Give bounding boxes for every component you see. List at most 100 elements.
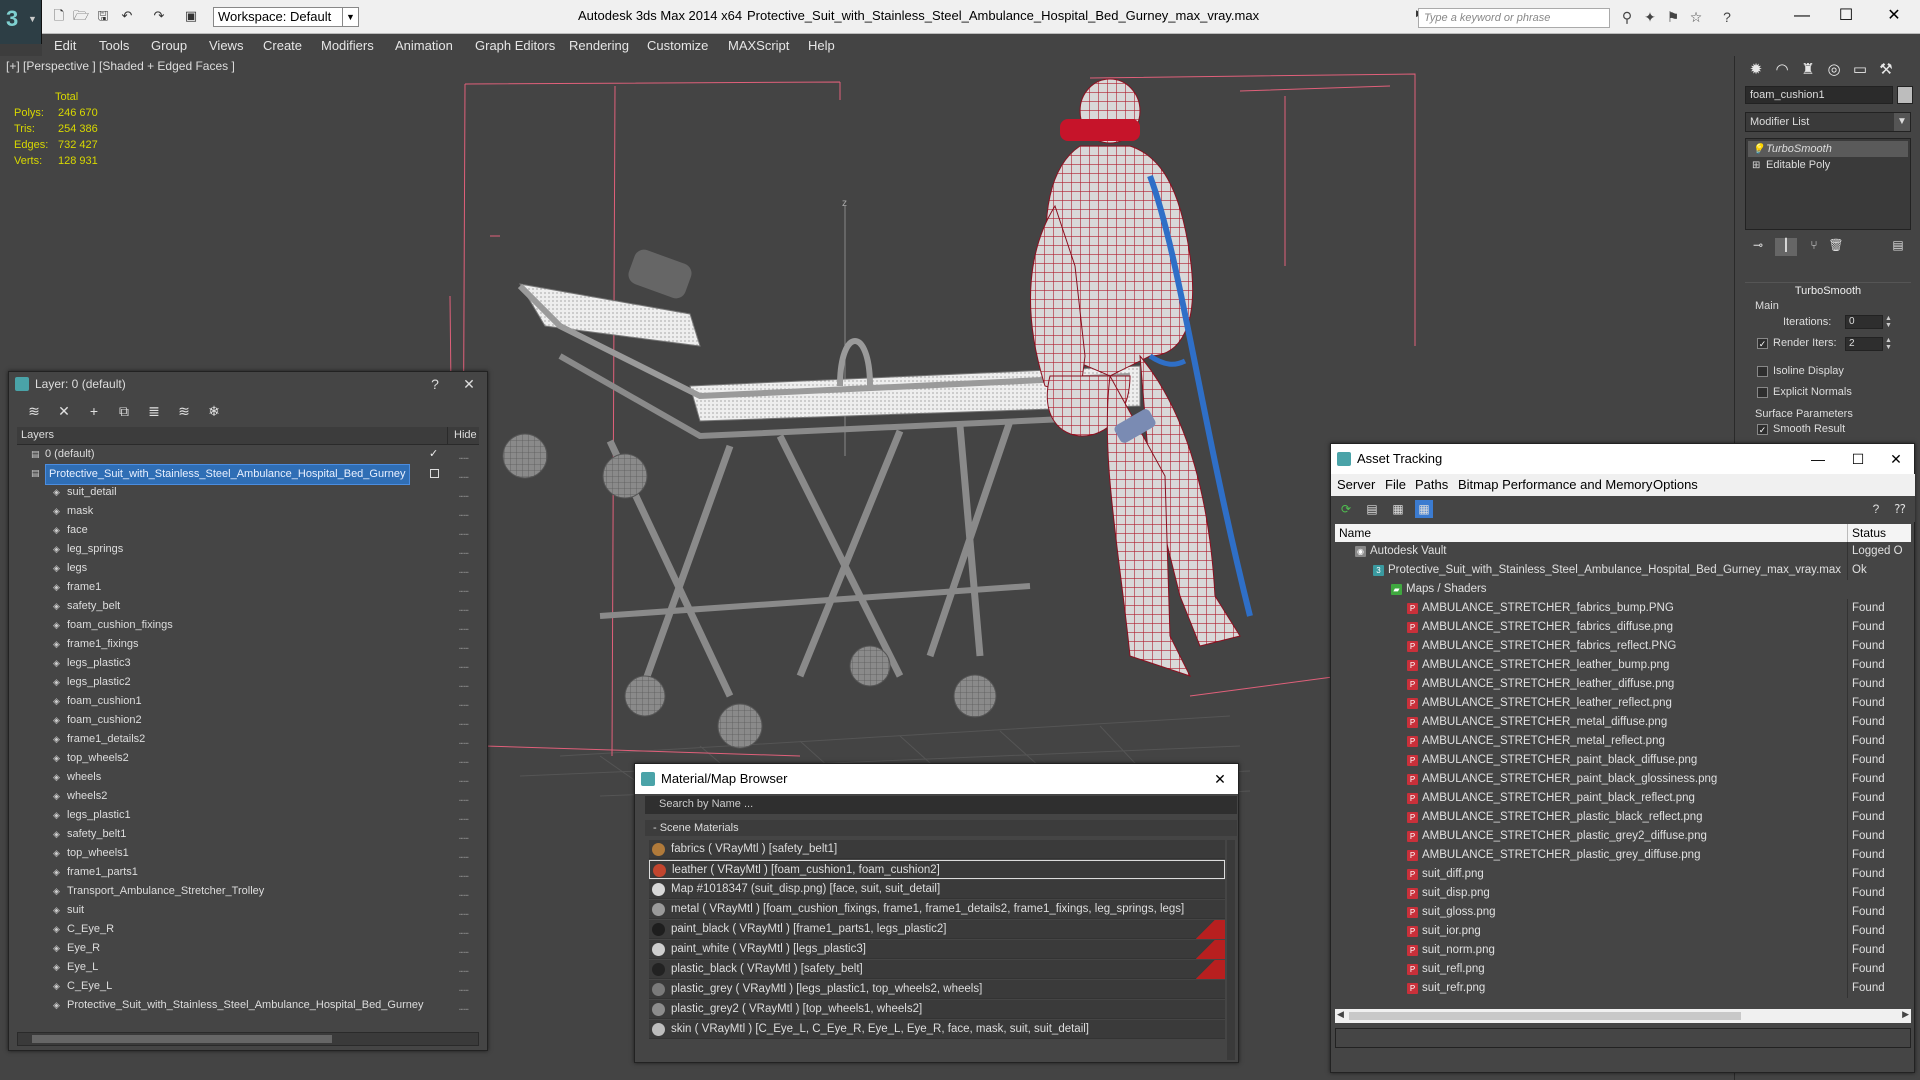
scroll-left-icon[interactable]: ◀	[1337, 1009, 1344, 1020]
close-button[interactable]: ✕	[1884, 447, 1908, 471]
menu-modifiers[interactable]: Modifiers	[321, 38, 374, 53]
layer-row[interactable]: ◈ legs_plastic3 ┄┄	[17, 654, 479, 673]
binoculars-icon[interactable]: ⚲	[1618, 9, 1636, 25]
hide-toggle-icon[interactable]: ┄┄	[459, 525, 473, 539]
asset-row[interactable]: Psuit_norm.png Found	[1335, 941, 1911, 960]
hide-toggle-icon[interactable]: ┄┄	[459, 924, 473, 938]
add-to-layer-icon[interactable]: +	[83, 400, 105, 422]
hide-toggle-icon[interactable]: ┄┄	[459, 753, 473, 767]
asset-row[interactable]: P AMBULANCE_STRETCHER_plastic_grey_diffus…	[1335, 846, 1911, 865]
hide-toggle-icon[interactable]: ┄┄	[459, 639, 473, 653]
hide-toggle-icon[interactable]: ┄┄	[459, 582, 473, 596]
modify-tab-icon[interactable]: ◠	[1769, 56, 1795, 84]
layer-box-icon[interactable]	[430, 469, 439, 478]
menu-create[interactable]: Create	[263, 38, 302, 53]
explicit-normals-checkbox[interactable]	[1757, 387, 1768, 398]
layer-row[interactable]: ◈ frame1_details2 ┄┄	[17, 730, 479, 749]
asset-row[interactable]: P AMBULANCE_STRETCHER_fabrics_bump.PNG Fou…	[1335, 599, 1911, 618]
modifier-list-dropdown[interactable]: Modifier List ▼	[1745, 112, 1911, 132]
layer-row[interactable]: ◈ face ┄┄	[17, 521, 479, 540]
layer-row[interactable]: ◈ foam_cushion1 ┄┄	[17, 692, 479, 711]
app-logo-button[interactable]: 3 ▼	[0, 0, 42, 44]
hide-toggle-icon[interactable]: ┄┄	[459, 734, 473, 748]
minimize-button[interactable]: —	[1782, 4, 1822, 28]
hide-toggle-icon[interactable]: ┄┄	[459, 544, 473, 558]
hide-toggle-icon[interactable]: ┄┄	[459, 449, 473, 463]
asset-tracking-titlebar[interactable]: Asset Tracking — ☐ ✕	[1331, 444, 1914, 474]
viewport-label[interactable]: [+] [Perspective ] [Shaded + Edged Faces…	[6, 59, 235, 73]
asset-row[interactable]: Psuit_disp.png Found	[1335, 884, 1911, 903]
layer-row[interactable]: ◈ top_wheels1 ┄┄	[17, 844, 479, 863]
open-folder-icon[interactable]: 🗁	[72, 8, 90, 24]
menu-maxscript[interactable]: MAXScript	[728, 38, 789, 53]
material-row[interactable]: skin ( VRayMtl ) [C_Eye_L, C_Eye_R, Eye_…	[649, 1020, 1225, 1039]
layer-row[interactable]: ◈ Transport_Ambulance_Stretcher_Trolley ┄┄	[17, 882, 479, 901]
layer-row[interactable]: ◈ Protective_Suit_with_Stainless_Steel_Am…	[17, 996, 479, 1015]
new-file-icon[interactable]: 🗋	[50, 8, 68, 24]
menu-customize[interactable]: Customize	[647, 38, 708, 53]
show-end-result-icon[interactable]: ┃	[1775, 238, 1797, 256]
configure-sets-icon[interactable]: ▤	[1887, 238, 1909, 256]
menu-tools[interactable]: Tools	[99, 38, 129, 53]
asset-row[interactable]: 3 Protective_Suit_with_Stainless_Steel_Am…	[1335, 561, 1911, 580]
remove-modifier-icon[interactable]: 🗑	[1825, 238, 1847, 256]
hide-toggle-icon[interactable]: ┄┄	[459, 829, 473, 843]
material-row[interactable]: leather ( VRayMtl ) [foam_cushion1, foam…	[649, 860, 1225, 879]
menu-rendering[interactable]: Rendering	[569, 38, 629, 53]
hide-toggle-icon[interactable]: ┄┄	[459, 601, 473, 615]
menu-file[interactable]: File	[1385, 477, 1406, 492]
list-view-icon[interactable]: ▤	[1363, 500, 1381, 518]
make-unique-icon[interactable]: ⑂	[1803, 238, 1825, 256]
hide-toggle-icon[interactable]: ┄┄	[459, 905, 473, 919]
layer-row[interactable]: ◈ wheels2 ┄┄	[17, 787, 479, 806]
help-icon[interactable]: ?	[1718, 9, 1736, 25]
layer-row[interactable]: ◈ suit ┄┄	[17, 901, 479, 920]
layer-row[interactable]: ◈ legs ┄┄	[17, 559, 479, 578]
col-name[interactable]: Name	[1339, 526, 1371, 540]
menu-edit[interactable]: Edit	[54, 38, 76, 53]
layer-row[interactable]: ◈ frame1_parts1 ┄┄	[17, 863, 479, 882]
project-folder-icon[interactable]: ▣	[182, 8, 200, 24]
asset-row[interactable]: P AMBULANCE_STRETCHER_plastic_grey2_diffu…	[1335, 827, 1911, 846]
material-row[interactable]: plastic_grey2 ( VRayMtl ) [top_wheels1, …	[649, 1000, 1225, 1019]
motion-tab-icon[interactable]: ◎	[1821, 56, 1847, 84]
current-layer-check-icon[interactable]: ✓	[429, 445, 438, 464]
redo-icon[interactable]: ↷	[150, 8, 168, 24]
col-layers[interactable]: Layers	[21, 429, 54, 441]
hide-toggle-icon[interactable]: ┄┄	[459, 620, 473, 634]
maximize-button[interactable]: ☐	[1826, 4, 1866, 28]
asset-row[interactable]: P AMBULANCE_STRETCHER_paint_black_diffuse…	[1335, 751, 1911, 770]
material-row[interactable]: plastic_grey ( VRayMtl ) [legs_plastic1,…	[649, 980, 1225, 999]
layer-panel-titlebar[interactable]: Layer: 0 (default) ? ✕	[9, 372, 487, 396]
smooth-result-checkbox[interactable]: ✓	[1757, 424, 1768, 435]
material-row[interactable]: paint_black ( VRayMtl ) [frame1_parts1, …	[649, 920, 1225, 939]
material-vscrollbar[interactable]	[1227, 840, 1235, 1060]
layer-row[interactable]: ◈ mask ┄┄	[17, 502, 479, 521]
asset-row[interactable]: P AMBULANCE_STRETCHER_metal_reflect.png Fo…	[1335, 732, 1911, 751]
layer-row[interactable]: ◈ Eye_R ┄┄	[17, 939, 479, 958]
layer-row[interactable]: ◈ C_Eye_L ┄┄	[17, 977, 479, 996]
hide-toggle-icon[interactable]: ┄┄	[459, 1000, 473, 1014]
hide-toggle-icon[interactable]: ┄┄	[459, 962, 473, 976]
layer-hscrollbar[interactable]	[17, 1032, 479, 1046]
col-hide[interactable]: Hide	[447, 427, 477, 445]
asset-row[interactable]: ◉ Autodesk Vault Logged O	[1335, 542, 1911, 561]
menu-views[interactable]: Views	[209, 38, 243, 53]
new-layer-icon[interactable]: ≋	[23, 400, 45, 422]
star-icon[interactable]: ☆	[1687, 9, 1705, 25]
hide-toggle-icon[interactable]: ┄┄	[459, 772, 473, 786]
iterations-spinner[interactable]: 0	[1845, 315, 1883, 329]
material-search-input[interactable]: Search by Name ...	[645, 796, 1237, 814]
spinner-arrows-icon[interactable]: ▲ ▼	[1885, 337, 1893, 351]
layer-row[interactable]: ▤ 0 (default) ✓ ┄┄	[17, 445, 479, 464]
freeze-all-icon[interactable]: ❄	[203, 400, 225, 422]
layer-row[interactable]: ◈ foam_cushion2 ┄┄	[17, 711, 479, 730]
communication-icon[interactable]: ⚑	[1664, 9, 1682, 25]
close-button[interactable]: ✕	[1208, 767, 1232, 791]
material-row[interactable]: Map #1018347 (suit_disp.png) [face, suit…	[649, 880, 1225, 899]
render-iters-spinner[interactable]: 2	[1845, 337, 1883, 351]
layer-row[interactable]: ◈ C_Eye_R ┄┄	[17, 920, 479, 939]
hide-toggle-icon[interactable]: ┄┄	[459, 810, 473, 824]
hide-toggle-icon[interactable]: ┄┄	[459, 658, 473, 672]
refresh-icon[interactable]: ⟳	[1337, 500, 1355, 518]
